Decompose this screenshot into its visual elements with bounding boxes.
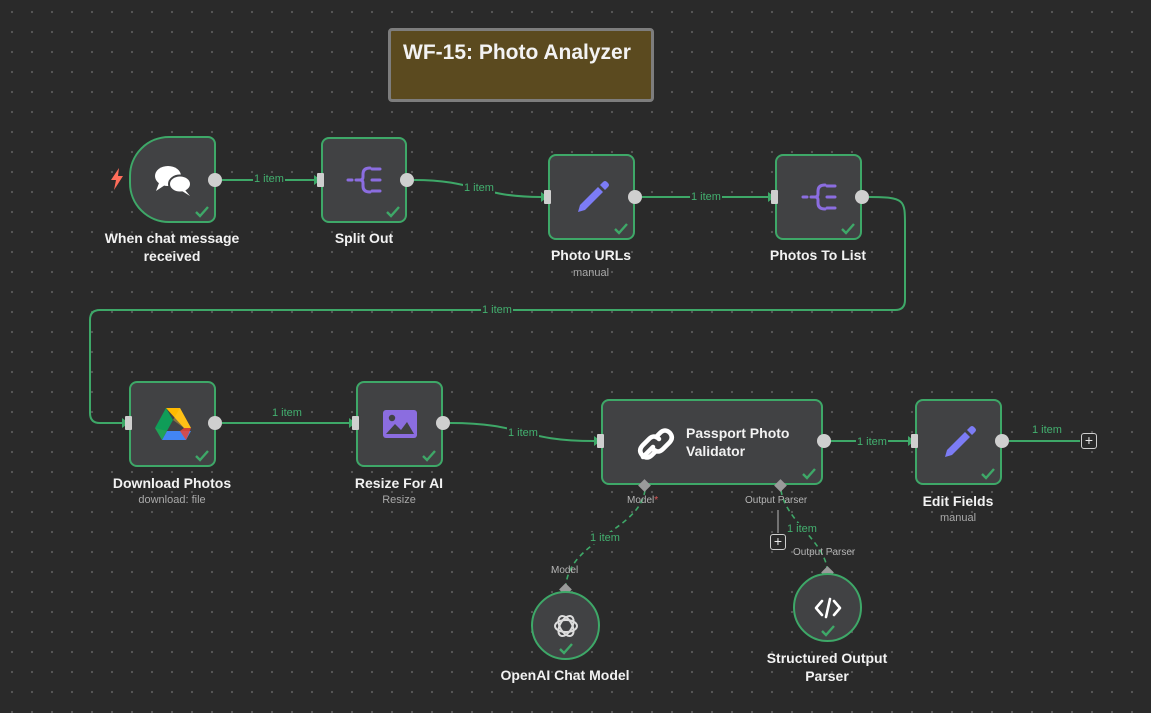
success-check-icon xyxy=(614,223,628,235)
success-check-icon xyxy=(981,468,995,480)
output-port[interactable] xyxy=(628,190,642,204)
sticky-note[interactable]: WF-15: Photo Analyzer xyxy=(388,28,654,102)
sticky-note-title: WF-15: Photo Analyzer xyxy=(403,41,631,64)
input-port[interactable] xyxy=(317,173,324,187)
split-icon xyxy=(801,183,836,211)
trigger-bolt-icon xyxy=(111,168,123,190)
connection-label: 1 item xyxy=(786,523,818,535)
node-title: Resize For AI xyxy=(354,475,444,491)
node-structured-output-parser[interactable] xyxy=(793,573,862,642)
split-icon xyxy=(346,166,382,194)
connection-label: 1 item xyxy=(271,407,303,419)
node-photos-to-list[interactable] xyxy=(775,154,862,240)
port-label-output-parser: Output Parser xyxy=(745,495,808,506)
output-port[interactable] xyxy=(208,173,222,187)
input-port[interactable] xyxy=(125,416,132,430)
node-download-photos[interactable] xyxy=(129,381,216,467)
node-subtitle: download: file xyxy=(138,494,206,506)
output-port[interactable] xyxy=(208,416,222,430)
node-edit-fields[interactable] xyxy=(915,399,1002,485)
input-port[interactable] xyxy=(544,190,551,204)
connection-label: 1 item xyxy=(507,427,539,439)
node-subtitle: manual xyxy=(572,267,610,279)
google-drive-icon xyxy=(154,408,191,440)
node-subtitle: manual xyxy=(939,512,977,524)
workflow-canvas[interactable]: WF-15: Photo Analyzer 1 item 1 item 1 it… xyxy=(0,0,1151,713)
node-openai-chat-model[interactable] xyxy=(531,591,600,660)
port-label-model: Model xyxy=(551,565,579,576)
connection-label: 1 item xyxy=(1031,424,1063,436)
node-title: Photo URLs xyxy=(550,247,632,263)
connection-label: 1 item xyxy=(690,191,722,203)
pencil-icon xyxy=(577,181,609,212)
image-icon xyxy=(382,410,417,438)
node-title: Download Photos xyxy=(112,475,232,491)
port-label-output-parser: Output Parser xyxy=(793,547,856,558)
success-check-icon xyxy=(821,625,835,637)
success-check-icon xyxy=(386,206,400,218)
code-icon xyxy=(814,597,841,618)
node-title: OpenAI Chat Model xyxy=(500,667,630,683)
node-title: Structured Output Parser xyxy=(766,650,888,684)
success-check-icon xyxy=(195,206,209,218)
output-port[interactable] xyxy=(436,416,450,430)
output-port[interactable] xyxy=(855,190,869,204)
node-chat-trigger[interactable] xyxy=(129,136,216,223)
node-split-out[interactable] xyxy=(321,137,407,223)
input-port[interactable] xyxy=(352,416,359,430)
connection-label: 1 item xyxy=(856,436,888,448)
pencil-icon xyxy=(944,426,976,457)
output-port[interactable] xyxy=(995,434,1009,448)
connection-label: 1 item xyxy=(463,182,495,194)
connection-label: 1 item xyxy=(481,304,513,316)
chat-bubbles-icon xyxy=(154,165,192,196)
output-port[interactable] xyxy=(400,173,414,187)
connection-label: 1 item xyxy=(589,532,621,544)
node-resize-for-ai[interactable] xyxy=(356,381,443,467)
success-check-icon xyxy=(195,450,209,462)
success-check-icon xyxy=(422,450,436,462)
success-check-icon xyxy=(841,223,855,235)
add-parser-button[interactable]: + xyxy=(770,534,786,550)
node-title: Split Out xyxy=(334,230,394,246)
node-title: Passport Photo Validator xyxy=(686,425,790,459)
node-subtitle: Resize xyxy=(382,494,416,506)
node-title: When chat message received xyxy=(104,230,240,264)
output-port[interactable] xyxy=(817,434,831,448)
openai-icon xyxy=(553,614,578,637)
input-port[interactable] xyxy=(597,434,604,448)
chain-link-icon xyxy=(638,428,674,460)
connection-label: 1 item xyxy=(253,173,285,185)
node-title: Edit Fields xyxy=(922,493,994,509)
node-title: Photos To List xyxy=(769,247,867,263)
success-check-icon xyxy=(559,643,573,655)
port-label-model: Model* xyxy=(627,495,659,506)
success-check-icon xyxy=(802,468,816,480)
node-photo-urls[interactable] xyxy=(548,154,635,240)
input-port[interactable] xyxy=(911,434,918,448)
add-node-button[interactable]: + xyxy=(1081,433,1097,449)
input-port[interactable] xyxy=(771,190,778,204)
